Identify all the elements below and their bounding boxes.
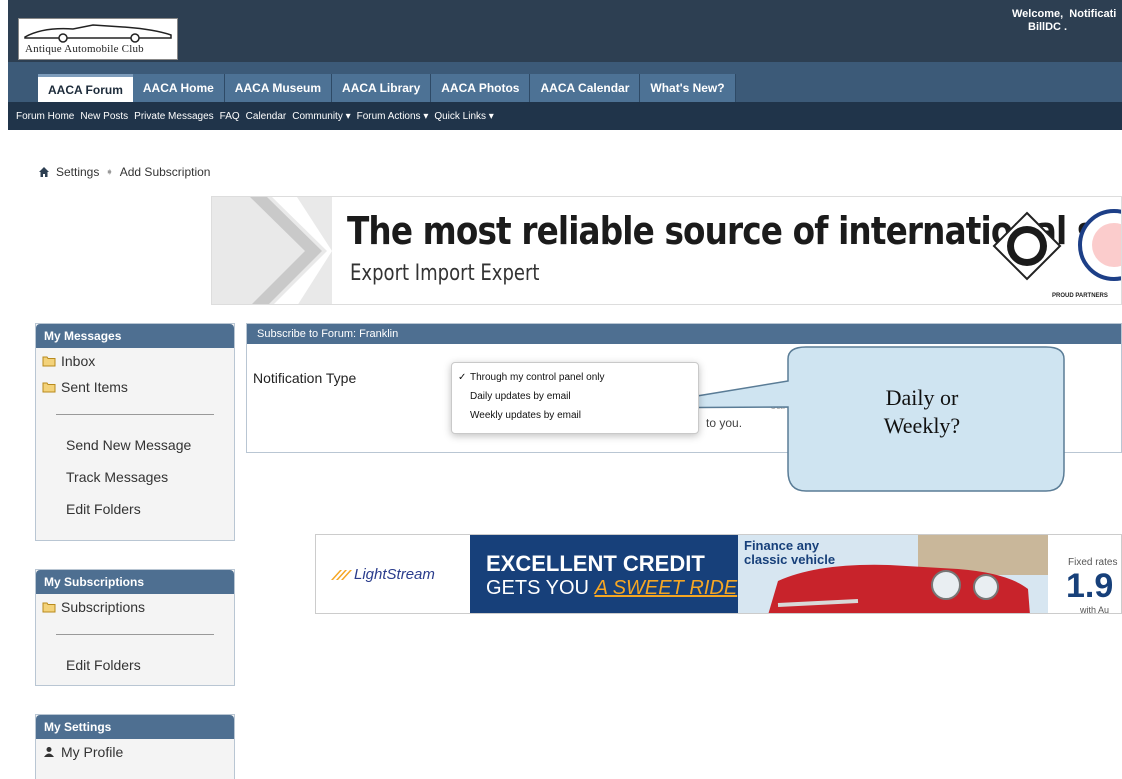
folder-icon bbox=[42, 356, 56, 367]
my-subscriptions-block: My Subscriptions Subscriptions Edit Fold… bbox=[35, 569, 235, 686]
nav-calendar[interactable]: Calendar bbox=[246, 111, 287, 122]
callout-line-2: Weekly? bbox=[883, 413, 961, 438]
sidebar-item-inbox[interactable]: Inbox bbox=[36, 348, 234, 374]
sidebar-item-label: Sent Items bbox=[61, 379, 128, 395]
ad-with-text: with Au bbox=[1080, 605, 1110, 614]
proud-partners-label: PROUD PARTNERS bbox=[1052, 293, 1108, 299]
lightstream-brand: LightStream bbox=[354, 566, 435, 583]
welcome-box: Welcome, Notificati BillDC . bbox=[1012, 8, 1122, 34]
user-icon bbox=[44, 747, 54, 757]
sidebar-item-my-profile[interactable]: My Profile bbox=[36, 739, 234, 765]
lightstream-logo: LightStream bbox=[330, 566, 435, 583]
ad-subline-accent: A SWEET RIDE bbox=[594, 577, 738, 599]
option-label: Daily updates by email bbox=[470, 391, 571, 402]
breadcrumb-settings[interactable]: Settings bbox=[56, 165, 99, 179]
username-link[interactable]: BillDC . bbox=[1012, 21, 1122, 34]
breadcrumb: Settings ➧ Add Subscription bbox=[38, 165, 210, 179]
sidebar-item-label: Subscriptions bbox=[61, 599, 146, 615]
nav-forum-home[interactable]: Forum Home bbox=[16, 111, 74, 122]
sidebar-item-edit-folders[interactable]: Edit Folders bbox=[36, 649, 234, 681]
logo-text: Antique Automobile Club bbox=[25, 43, 144, 55]
tab-aaca-calendar[interactable]: AACA Calendar bbox=[530, 74, 641, 102]
nav-forum-actions-menu[interactable]: Forum Actions ▾ bbox=[357, 111, 429, 122]
nav-new-posts[interactable]: New Posts bbox=[80, 111, 128, 122]
partner-seal-icon bbox=[1078, 209, 1121, 281]
sidebar-divider bbox=[56, 634, 214, 635]
option-weekly-email[interactable]: Weekly updates by email bbox=[452, 406, 698, 425]
sidebar-item-subscriptions[interactable]: Subscriptions bbox=[36, 594, 234, 620]
panel-title: Subscribe to Forum: Franklin bbox=[247, 324, 1121, 344]
callout-text: Daily or Weekly? bbox=[862, 384, 982, 440]
option-label: Through my control panel only bbox=[470, 372, 605, 383]
tab-aaca-home[interactable]: AACA Home bbox=[132, 74, 225, 102]
chevron-graphic-icon bbox=[250, 197, 332, 304]
sidebar-item-label: My Profile bbox=[61, 744, 124, 760]
nav-community-menu[interactable]: Community ▾ bbox=[292, 111, 350, 122]
nav-quick-links-menu[interactable]: Quick Links ▾ bbox=[434, 111, 493, 122]
option-label: Weekly updates by email bbox=[470, 410, 581, 421]
site-header: Antique Automobile Club Welcome, Notific… bbox=[8, 0, 1122, 62]
tab-aaca-photos[interactable]: AACA Photos bbox=[431, 74, 531, 102]
ad-car-image: Finance any classic vehicle bbox=[738, 535, 1048, 613]
my-subscriptions-heading: My Subscriptions bbox=[36, 570, 234, 594]
car-logo-icon bbox=[24, 24, 172, 43]
checkmark-icon: ✓ bbox=[458, 372, 467, 383]
breadcrumb-current: Add Subscription bbox=[119, 165, 211, 179]
lightstream-swoosh-icon bbox=[331, 570, 352, 581]
option-daily-email[interactable]: Daily updates by email bbox=[452, 387, 698, 406]
folder-icon bbox=[42, 602, 56, 613]
welcome-label: Welcome, bbox=[1012, 8, 1064, 20]
sidebar-item-sent-items[interactable]: Sent Items bbox=[36, 374, 234, 400]
aaca-logo[interactable]: Antique Automobile Club bbox=[18, 18, 178, 60]
ad-rate-panel: Fixed rates 1.9 with Au bbox=[1048, 535, 1121, 614]
breadcrumb-arrow-icon: ➧ bbox=[105, 166, 114, 178]
anniversary-seal-icon bbox=[992, 211, 1062, 281]
sidebar-divider bbox=[56, 414, 214, 415]
tab-whats-new[interactable]: What's New? bbox=[640, 74, 736, 102]
home-icon[interactable] bbox=[38, 166, 50, 178]
main-tabbar: AACA Forum AACA Home AACA Museum AACA Li… bbox=[8, 62, 1122, 102]
sidebar-item-label: Inbox bbox=[61, 353, 96, 369]
lightstream-ad-banner[interactable]: LightStream EXCELLENT CREDIT GETS YOU A … bbox=[315, 534, 1122, 614]
sub-navbar: Forum Home New Posts Private Messages FA… bbox=[8, 102, 1122, 130]
my-settings-heading: My Settings bbox=[36, 715, 234, 739]
ad-subline: GETS YOU A SWEET RIDE bbox=[486, 577, 737, 600]
shipping-ad-banner[interactable]: The most reliable source of internationa… bbox=[211, 196, 1122, 305]
nav-faq[interactable]: FAQ bbox=[220, 111, 240, 122]
my-messages-heading: My Messages bbox=[36, 324, 234, 348]
sidebar-item-edit-folders[interactable]: Edit Folders bbox=[36, 493, 234, 525]
nav-private-messages[interactable]: Private Messages bbox=[134, 111, 213, 122]
sidebar-item-track-messages[interactable]: Track Messages bbox=[36, 461, 234, 493]
my-messages-block: My Messages Inbox Sent Items Send New Me… bbox=[35, 323, 235, 541]
tab-aaca-museum[interactable]: AACA Museum bbox=[224, 74, 333, 102]
option-control-panel-only[interactable]: ✓ Through my control panel only bbox=[452, 368, 698, 387]
ad-credit-panel: EXCELLENT CREDIT GETS YOU A SWEET RIDE bbox=[470, 535, 738, 613]
ad-headline: EXCELLENT CREDIT bbox=[486, 551, 705, 576]
my-settings-block: My Settings My Profile bbox=[35, 714, 235, 779]
notification-type-dropdown[interactable]: ✓ Through my control panel only Daily up… bbox=[451, 362, 699, 434]
notification-type-label: Notification Type bbox=[253, 370, 357, 386]
ad-rate-value: 1.9 bbox=[1066, 567, 1114, 605]
notifications-link[interactable]: Notificati bbox=[1069, 8, 1116, 20]
sidebar-item-send-new-message[interactable]: Send New Message bbox=[36, 429, 234, 461]
banner-subtitle: Export Import Expert bbox=[350, 261, 540, 286]
tab-aaca-forum[interactable]: AACA Forum bbox=[38, 74, 133, 102]
ad-subline-prefix: GETS YOU bbox=[486, 577, 589, 599]
tab-aaca-library[interactable]: AACA Library bbox=[332, 74, 432, 102]
ad-finance-text: Finance any classic vehicle bbox=[744, 538, 836, 567]
callout-line-1: Daily or bbox=[885, 385, 959, 410]
folder-icon bbox=[42, 382, 56, 393]
